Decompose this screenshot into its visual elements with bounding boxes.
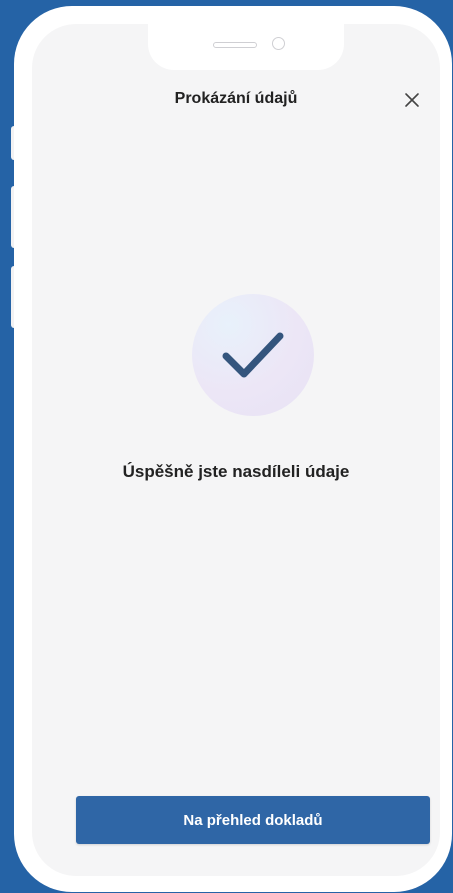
phone-screen: Prokázání údajů Úspěšně jste nasdíleli ú…: [32, 24, 440, 876]
success-indicator: [192, 294, 314, 416]
front-camera: [272, 37, 285, 50]
close-icon: [405, 93, 419, 107]
speaker-grille: [213, 42, 257, 48]
success-message: Úspěšně jste nasdíleli údaje: [122, 462, 350, 481]
phone-frame: Prokázání údajů Úspěšně jste nasdíleli ú…: [14, 6, 452, 892]
page-title: Prokázání údajů: [174, 90, 298, 107]
phone-notch: [148, 24, 344, 70]
documents-overview-button[interactable]: Na přehled dokladů: [76, 796, 430, 844]
close-button[interactable]: [402, 90, 422, 110]
checkmark-icon: [222, 332, 284, 378]
